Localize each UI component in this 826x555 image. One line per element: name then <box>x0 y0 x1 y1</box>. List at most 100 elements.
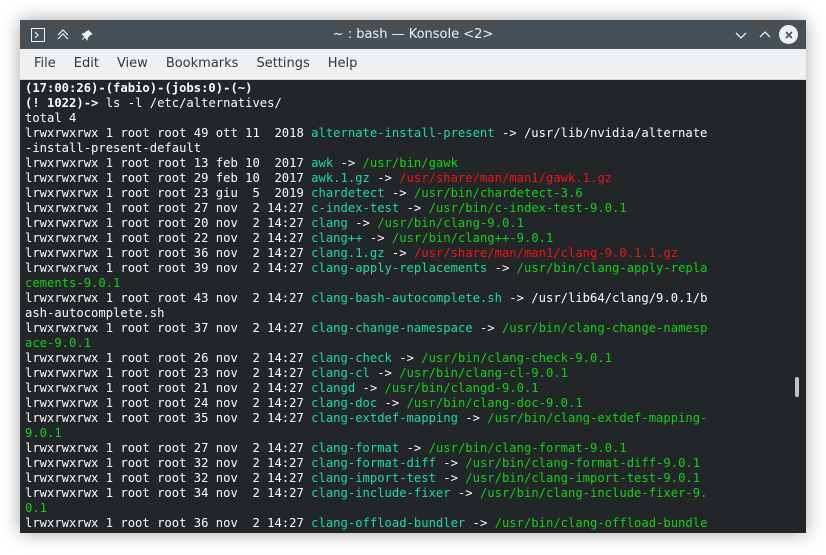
terminal-line: total 4 <box>25 111 788 126</box>
symlink-name: clang-format <box>311 441 400 455</box>
symlink-name: clang-extdef-mapping <box>311 411 458 425</box>
terminal-line: lrwxrwxrwx 1 root root 36 nov 2 14:27 cl… <box>25 246 788 261</box>
symlink-target: /usr/bin/clang-extdef-mapping- <box>487 411 708 425</box>
symlink-target: 9.0.1 <box>25 426 62 440</box>
terminal-line: lrwxrwxrwx 1 root root 37 nov 2 14:27 cl… <box>25 321 788 336</box>
symlink-target: /usr/share/man/man1/gawk.1.gz <box>399 171 613 185</box>
menu-file[interactable]: File <box>25 49 65 79</box>
terminal-text: lrwxrwxrwx 1 root root 43 nov 2 14:27 <box>25 291 312 305</box>
window-title: ~ : bash — Konsole <2> <box>332 27 494 42</box>
terminal-text: -> <box>435 456 466 470</box>
symlink-target: /usr/bin/clang-format-9.0.1 <box>428 441 627 455</box>
chevron-up-icon[interactable] <box>755 25 774 44</box>
symlink-target: /usr/bin/clang-9.0.1 <box>377 216 524 230</box>
title-bar[interactable]: ~ : bash — Konsole <2> <box>20 20 806 49</box>
terminal-text: -install-present-default <box>25 141 202 155</box>
symlink-target: /usr/bin/clang-include-fixer-9. <box>479 486 708 500</box>
terminal-line: lrwxrwxrwx 1 root root 32 nov 2 14:27 cl… <box>25 456 788 471</box>
terminal-text: lrwxrwxrwx 1 root root 26 nov 2 14:27 <box>25 351 312 365</box>
terminal-text: -> <box>369 171 400 185</box>
symlink-target: /usr/bin/clang++-9.0.1 <box>391 231 554 245</box>
symlink-target: /usr/bin/clang-cl-9.0.1 <box>399 366 568 380</box>
terminal-text: -> <box>384 246 414 260</box>
terminal-text: lrwxrwxrwx 1 root root 24 nov 2 14:27 <box>25 396 312 410</box>
terminal-line: lrwxrwxrwx 1 root root 49 ott 11 2018 al… <box>25 126 788 141</box>
terminal-line: lrwxrwxrwx 1 root root 36 nov 2 14:27 cl… <box>25 516 788 531</box>
scrollbar-handle[interactable] <box>795 377 799 397</box>
menu-view[interactable]: View <box>108 49 157 79</box>
terminal-line: 9.0.1 <box>25 426 788 441</box>
symlink-target: /usr/bin/clang-doc-9.0.1 <box>406 396 583 410</box>
terminal-text: -> <box>377 396 407 410</box>
terminal-line: lrwxrwxrwx 1 root root 27 nov 2 14:27 cl… <box>25 441 788 456</box>
symlink-target: /usr/bin/clang-import-test-9.0.1 <box>465 471 701 485</box>
terminal-line: cements-9.0.1 <box>25 276 788 291</box>
terminal-line: (17:00:26)-(fabio)-(jobs:0)-(~) <box>25 81 788 96</box>
symlink-target: cements-9.0.1 <box>25 276 121 290</box>
menu-help[interactable]: Help <box>319 49 367 79</box>
symlink-target: /usr/bin/clang-apply-repla <box>516 261 708 275</box>
symlink-target: 0.1 <box>25 501 48 515</box>
symlink-target: /usr/bin/chardetect-3.6 <box>413 186 583 200</box>
terminal-line: lrwxrwxrwx 1 root root 29 feb 10 2017 aw… <box>25 171 788 186</box>
symlink-name: awk.1.gz <box>311 171 370 185</box>
terminal-text: ash-autocomplete.sh <box>25 306 165 320</box>
symlink-name: c-index-test <box>311 201 400 215</box>
terminal-line: lrwxrwxrwx 1 root root 39 nov 2 14:27 cl… <box>25 261 788 276</box>
terminal-text: -> /usr/lib/nvidia/alternate <box>494 126 708 140</box>
terminal-line: lrwxrwxrwx 1 root root 20 nov 2 14:27 cl… <box>25 216 788 231</box>
terminal-text: -> <box>399 201 429 215</box>
symlink-name: clang-apply-replacements <box>311 261 488 275</box>
symlink-target: /usr/bin/clangd-9.0.1 <box>384 381 539 395</box>
terminal-view[interactable]: (17:00:26)-(fabio)-(jobs:0)-(~) (! 1022)-… <box>20 80 806 533</box>
symlink-target: /usr/bin/clang-check-9.0.1 <box>421 351 613 365</box>
terminal-text: -> <box>333 156 363 170</box>
terminal-output: (17:00:26)-(fabio)-(jobs:0)-(~) (! 1022)-… <box>25 81 788 531</box>
terminal-text: -> <box>457 411 488 425</box>
terminal-line: lrwxrwxrwx 1 root root 32 nov 2 14:27 cl… <box>25 471 788 486</box>
terminal-text: lrwxrwxrwx 1 root root 34 nov 2 14:27 <box>25 486 312 500</box>
terminal-text: -> <box>472 321 502 335</box>
terminal-text: -> <box>355 381 385 395</box>
symlink-target: /usr/bin/clang-change-namesp <box>501 321 708 335</box>
symlink-name: clang-change-namespace <box>311 321 473 335</box>
close-icon[interactable] <box>779 25 798 44</box>
symlink-name: clang++ <box>311 231 363 245</box>
menu-bookmarks[interactable]: Bookmarks <box>157 49 248 79</box>
terminal-line: ash-autocomplete.sh <box>25 306 788 321</box>
terminal-text: (17:00:26)-(fabio)-(jobs:0)-(~) <box>25 81 253 95</box>
terminal-text: lrwxrwxrwx 1 root root 39 nov 2 14:27 <box>25 261 312 275</box>
terminal-text: lrwxrwxrwx 1 root root 21 nov 2 14:27 <box>25 381 312 395</box>
terminal-line: ace-9.0.1 <box>25 336 788 351</box>
terminal-text: -> <box>399 441 429 455</box>
chevron-down-icon[interactable] <box>731 25 750 44</box>
symlink-target: /usr/bin/clang-format-diff-9.0.1 <box>465 456 701 470</box>
terminal-text: lrwxrwxrwx 1 root root 20 nov 2 14:27 <box>25 216 312 230</box>
symlink-name: clang-cl <box>311 366 370 380</box>
symlink-name: clang-doc <box>311 396 378 410</box>
terminal-text: -> <box>465 516 495 530</box>
terminal-line: lrwxrwxrwx 1 root root 13 feb 10 2017 aw… <box>25 156 788 171</box>
symlink-name: clang-check <box>311 351 392 365</box>
terminal-text: lrwxrwxrwx 1 root root 13 feb 10 2017 <box>25 156 312 170</box>
terminal-text: (! 1022)-> <box>25 96 106 110</box>
symlink-name: clang <box>311 216 348 230</box>
menu-settings[interactable]: Settings <box>247 49 318 79</box>
menu-edit[interactable]: Edit <box>65 49 108 79</box>
terminal-text: -> <box>362 231 392 245</box>
terminal-text: lrwxrwxrwx 1 root root 37 nov 2 14:27 <box>25 321 312 335</box>
terminal-text: lrwxrwxrwx 1 root root 49 ott 11 2018 <box>25 126 312 140</box>
symlink-name: clang-import-test <box>311 471 436 485</box>
terminal-text: lrwxrwxrwx 1 root root 32 nov 2 14:27 <box>25 471 312 485</box>
terminal-line: lrwxrwxrwx 1 root root 23 giu 5 2019 cha… <box>25 186 788 201</box>
symlink-target: /usr/share/man/man1/clang-9.0.1.1.gz <box>413 246 679 260</box>
symlink-name: chardetect <box>311 186 385 200</box>
terminal-text: -> /usr/lib64/clang/9.0.1/b <box>501 291 708 305</box>
terminal-line: lrwxrwxrwx 1 root root 43 nov 2 14:27 cl… <box>25 291 788 306</box>
terminal-line: lrwxrwxrwx 1 root root 27 nov 2 14:27 c-… <box>25 201 788 216</box>
terminal-text: lrwxrwxrwx 1 root root 23 giu 5 2019 <box>25 186 312 200</box>
terminal-line: (! 1022)-> ls -l /etc/alternatives/ <box>25 96 788 111</box>
terminal-line: 0.1 <box>25 501 788 516</box>
terminal-line: lrwxrwxrwx 1 root root 21 nov 2 14:27 cl… <box>25 381 788 396</box>
terminal-line: lrwxrwxrwx 1 root root 26 nov 2 14:27 cl… <box>25 351 788 366</box>
